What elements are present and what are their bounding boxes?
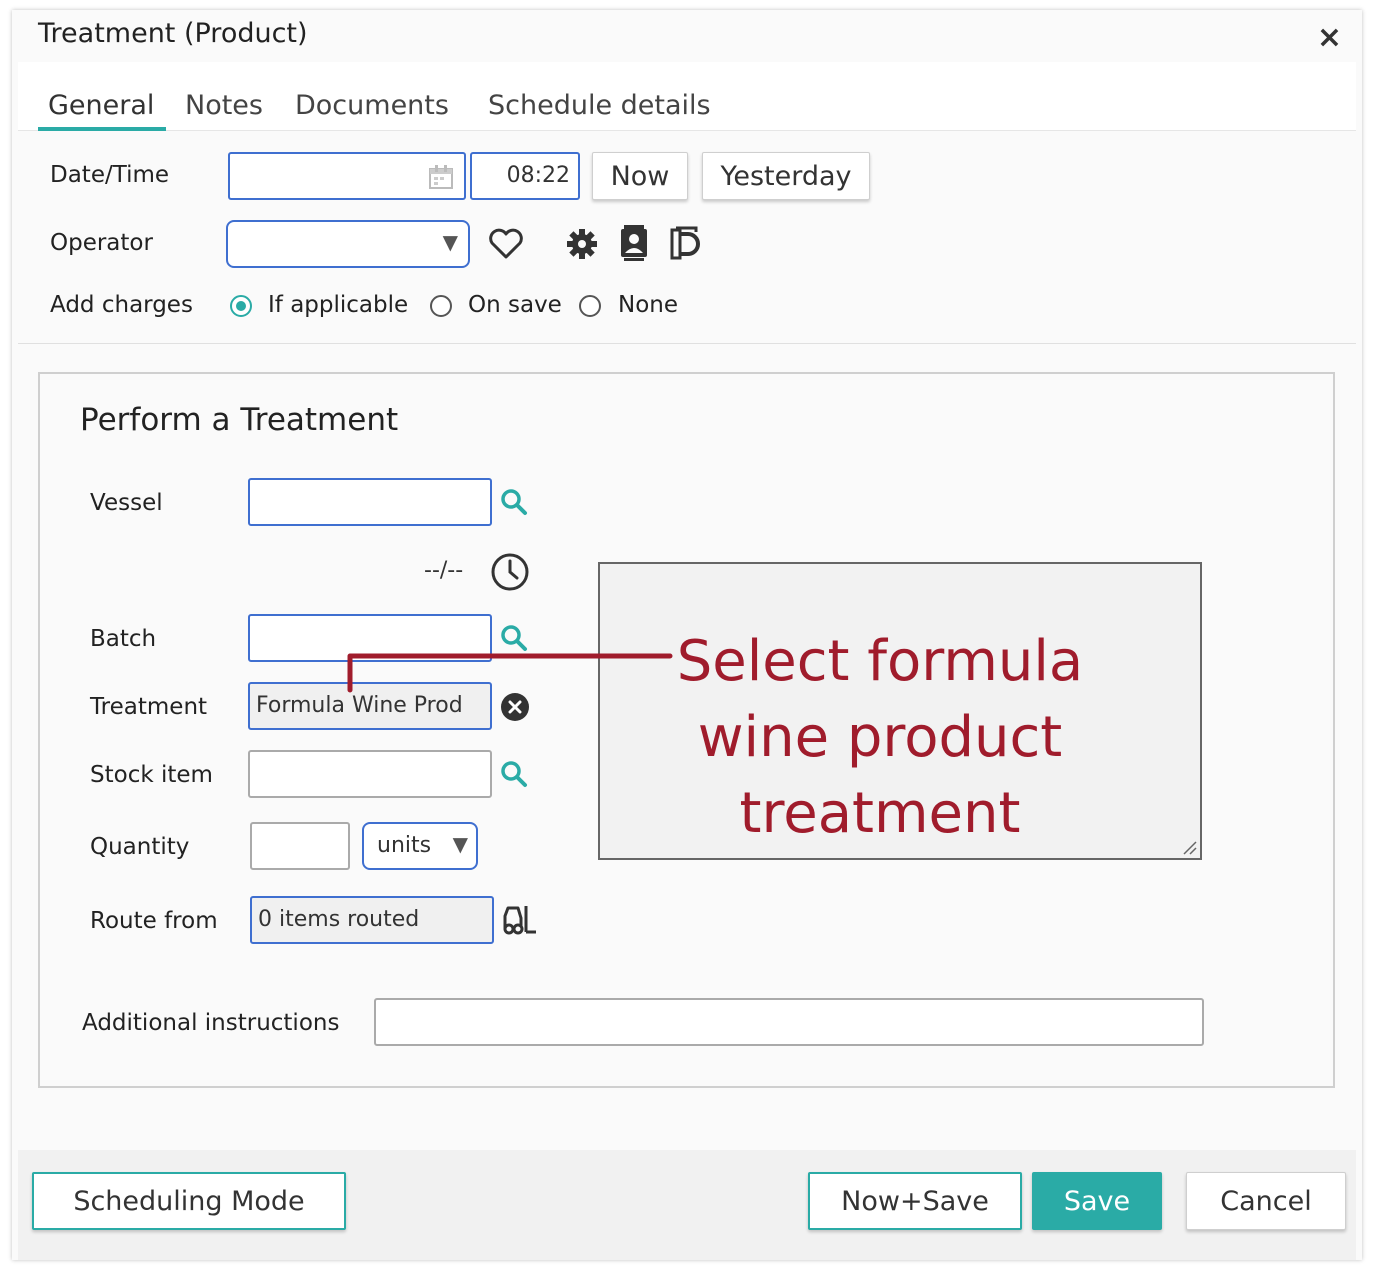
tab-general[interactable]: General [48,90,154,121]
datetime-label: Date/Time [50,162,170,188]
time-input[interactable]: 08:22 [470,152,580,200]
vessel-input[interactable] [248,478,492,526]
quantity-input[interactable] [250,822,350,870]
active-tab-indicator [38,127,166,131]
now-save-button[interactable]: Now+Save [808,1172,1022,1230]
stock-item-label: Stock item [90,762,213,788]
volume-readout: --/-- [424,558,464,583]
forklift-icon[interactable] [502,904,538,936]
operator-select[interactable]: ▼ [226,220,470,268]
clock-icon[interactable] [490,552,530,592]
radio-if-applicable[interactable] [230,295,252,317]
annotation-callout: Select formula wine product treatment [598,562,1202,860]
additional-instructions-input[interactable] [374,998,1204,1046]
treatment-label: Treatment [90,694,208,720]
batch-label: Batch [90,626,157,652]
panel-heading: Perform a Treatment [80,402,399,438]
document-id-icon[interactable] [670,226,702,262]
radio-on-save[interactable] [430,295,452,317]
chevron-down-icon: ▼ [442,230,458,254]
clear-treatment-icon[interactable] [500,692,530,722]
calendar-icon[interactable] [428,164,454,190]
scheduling-mode-button[interactable]: Scheduling Mode [32,1172,346,1230]
annotation-connector [347,653,673,693]
tab-bar: General Notes Documents Schedule details [18,62,1356,131]
tab-schedule-details[interactable]: Schedule details [488,90,711,121]
close-icon[interactable]: × [1317,20,1342,55]
vessel-label: Vessel [90,490,163,516]
chevron-down-icon: ▼ [452,832,468,856]
yesterday-button[interactable]: Yesterday [702,152,870,200]
dialog-title: Treatment (Product) [38,18,308,49]
additional-instructions-label: Additional instructions [82,1010,340,1036]
units-select[interactable]: units ▼ [362,822,478,870]
tab-notes[interactable]: Notes [185,90,263,121]
vessel-search-icon[interactable] [500,488,528,516]
cancel-button[interactable]: Cancel [1186,1172,1346,1230]
radio-none-label[interactable]: None [618,292,678,318]
dialog-titlebar: Treatment (Product) × [18,10,1356,63]
save-button[interactable]: Save [1032,1172,1162,1230]
treatment-dialog: Treatment (Product) × General Notes Docu… [12,10,1362,1260]
stock-item-search-icon[interactable] [500,760,528,788]
quantity-label: Quantity [90,834,190,860]
gear-icon[interactable] [566,228,598,260]
route-from-input[interactable]: 0 items routed [250,896,494,944]
contact-card-icon[interactable] [618,224,650,262]
resize-handle-icon[interactable] [1180,838,1198,856]
section-divider [18,343,1356,344]
add-charges-label: Add charges [50,292,193,318]
operator-label: Operator [50,230,153,256]
batch-search-icon[interactable] [500,624,528,652]
now-button[interactable]: Now [592,152,688,200]
annotation-text: Select formula wine product treatment [676,629,1084,846]
stock-item-input[interactable] [248,750,492,798]
route-from-label: Route from [90,908,218,934]
radio-none[interactable] [579,295,601,317]
radio-if-applicable-label[interactable]: If applicable [268,292,408,318]
radio-on-save-label[interactable]: On save [468,292,562,318]
tab-documents[interactable]: Documents [295,90,449,121]
heart-icon[interactable] [488,228,524,260]
date-input[interactable] [228,152,466,200]
